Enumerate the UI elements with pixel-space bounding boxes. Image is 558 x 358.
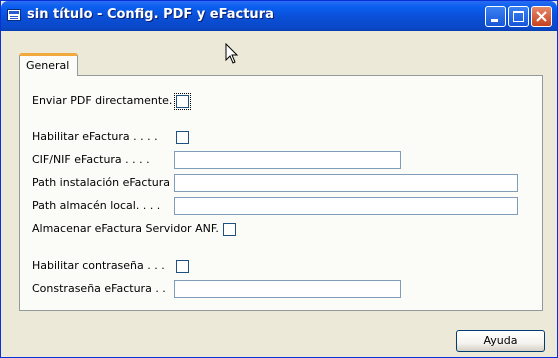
close-icon (536, 11, 547, 22)
tab-panel-general: Enviar PDF directamente. Habilitar eFact… (19, 75, 543, 311)
almacenar-servidor-checkbox[interactable] (223, 223, 236, 236)
habilitar-contrasena-checkbox[interactable] (176, 260, 189, 273)
path-instalacion-label: Path instalación eFactura (32, 176, 170, 189)
dialog-window: sin título - Config. PDF y eFactura Gene… (0, 0, 558, 358)
contrasena-label: Constraseña eFactura . . (32, 282, 166, 295)
title-bar[interactable]: sin título - Config. PDF y eFactura (1, 1, 557, 31)
dialog-body: General Enviar PDF directamente. Habilit… (5, 31, 553, 353)
habilitar-efactura-checkbox[interactable] (176, 131, 189, 144)
path-almacen-field[interactable] (174, 197, 518, 215)
contrasena-field[interactable] (174, 280, 401, 298)
maximize-button[interactable] (508, 6, 529, 27)
path-instalacion-field[interactable] (174, 174, 518, 192)
maximize-icon (513, 11, 524, 22)
minimize-icon (491, 19, 498, 22)
enviar-pdf-checkbox[interactable] (174, 93, 191, 110)
help-button[interactable]: Ayuda (456, 330, 545, 352)
almacenar-servidor-label: Almacenar eFactura Servidor ANF. (32, 222, 219, 235)
enviar-pdf-label: Enviar PDF directamente. (32, 94, 173, 107)
cif-nif-label: CIF/NIF eFactura . . . . (32, 153, 150, 166)
habilitar-contrasena-label: Habilitar contraseña . . . (32, 259, 165, 272)
habilitar-efactura-label: Habilitar eFactura . . . . (32, 130, 158, 143)
tab-general[interactable]: General (19, 53, 78, 76)
path-almacen-label: Path almacén local. . . . (32, 199, 161, 212)
app-form-icon (7, 9, 21, 21)
cif-nif-field[interactable] (174, 151, 401, 169)
window-title: sin título - Config. PDF y eFactura (27, 7, 274, 22)
close-button[interactable] (531, 6, 552, 27)
minimize-button[interactable] (485, 6, 506, 27)
